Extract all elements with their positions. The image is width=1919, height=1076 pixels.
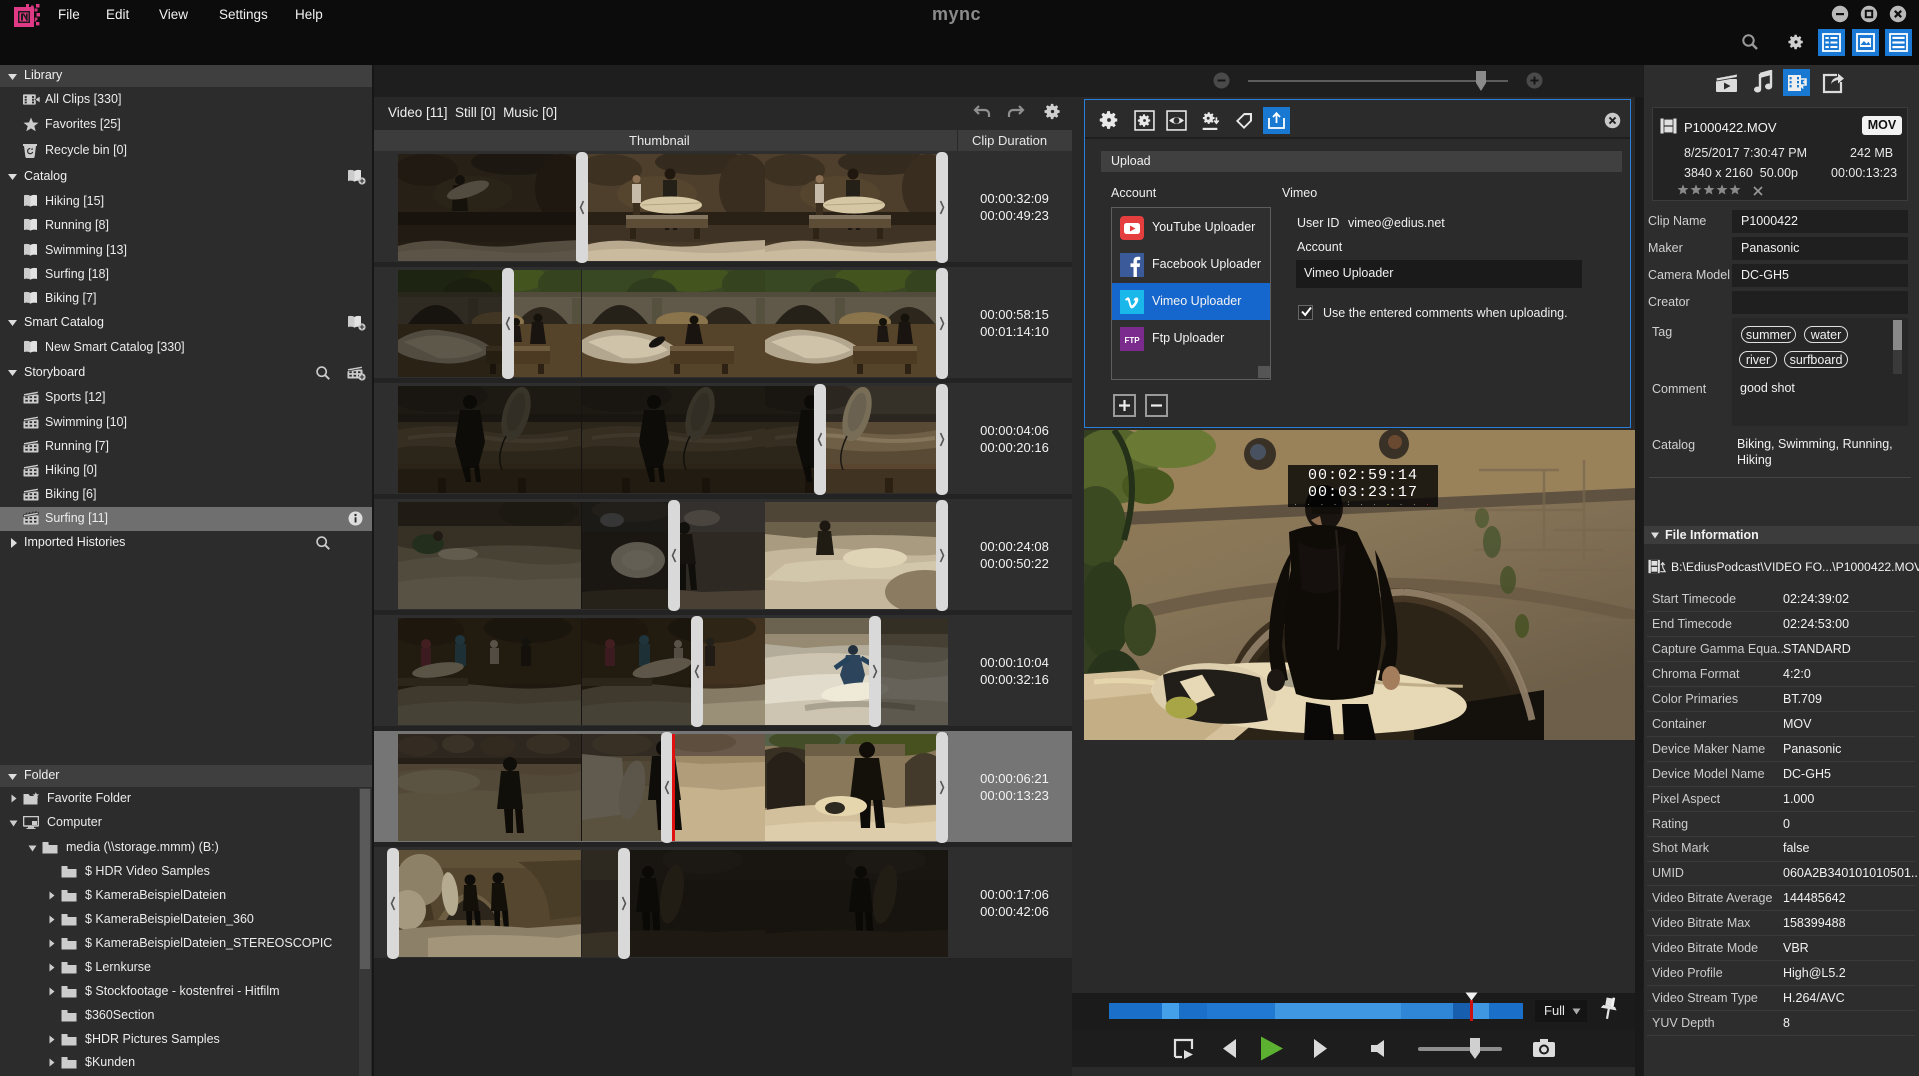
svg-text:FTP: FTP xyxy=(1124,336,1140,345)
